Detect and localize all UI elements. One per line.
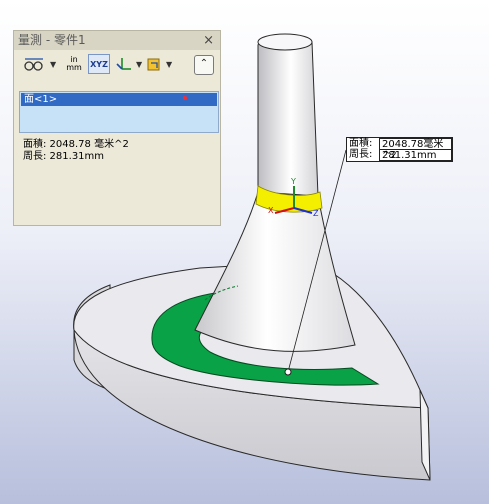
measure-arc-icon <box>24 58 43 71</box>
leader-anchor-point <box>284 368 292 376</box>
callout-perimeter-label: 周長: <box>349 149 373 160</box>
selection-item[interactable]: 面<1> <box>21 93 217 106</box>
panel-title: 量測 - 零件1 × <box>14 31 220 50</box>
callout-area-value: 2048.78毫米^2 <box>379 138 452 161</box>
measure-toolbar: ▼ in mm XYZ ▼ ▼ ⌃ <box>18 53 216 75</box>
projection-icon <box>147 58 160 71</box>
axes-button[interactable] <box>114 54 134 74</box>
callout-perimeter-value: 281.31mm <box>379 149 452 161</box>
chevron-down-icon[interactable]: ▼ <box>166 60 172 69</box>
shaft <box>257 36 319 197</box>
close-icon[interactable]: × <box>203 31 214 50</box>
svg-text:X: X <box>268 206 274 215</box>
xyz-button[interactable]: XYZ <box>88 54 110 74</box>
chevron-down-icon[interactable]: ▼ <box>50 60 56 69</box>
panel-title-text: 量測 - 零件1 <box>18 33 86 47</box>
axes-icon <box>116 58 131 70</box>
measure-panel[interactable]: 量測 - 零件1 × ▼ in mm XYZ ▼ ▼ ⌃ 面<1> 面積: 20… <box>13 30 221 226</box>
measure-callout[interactable]: 面積: 2048.78毫米^2 周長: 281.31mm <box>346 137 453 162</box>
perimeter-result: 周長: 281.31mm <box>23 151 105 162</box>
chevron-down-icon[interactable]: ▼ <box>136 60 142 69</box>
selection-marker <box>183 96 187 100</box>
collapse-icon[interactable]: ⌃ <box>194 55 214 75</box>
callout-area-label: 面積: <box>349 138 373 149</box>
svg-text:Z: Z <box>313 209 319 218</box>
area-result: 面積: 2048.78 毫米^2 <box>23 139 129 150</box>
selection-item-label: 面<1> <box>24 94 58 105</box>
xyz-icon: XYZ <box>90 59 108 69</box>
measure-results: 面積: 2048.78 毫米^2 周長: 281.31mm <box>19 135 219 223</box>
selection-list[interactable]: 面<1> <box>19 91 219 133</box>
units-label-bottom: mm <box>66 63 82 72</box>
projection-button[interactable] <box>144 54 164 74</box>
svg-text:Y: Y <box>290 177 296 186</box>
arc-options-button[interactable] <box>20 54 48 74</box>
units-button[interactable]: in mm <box>64 54 84 74</box>
